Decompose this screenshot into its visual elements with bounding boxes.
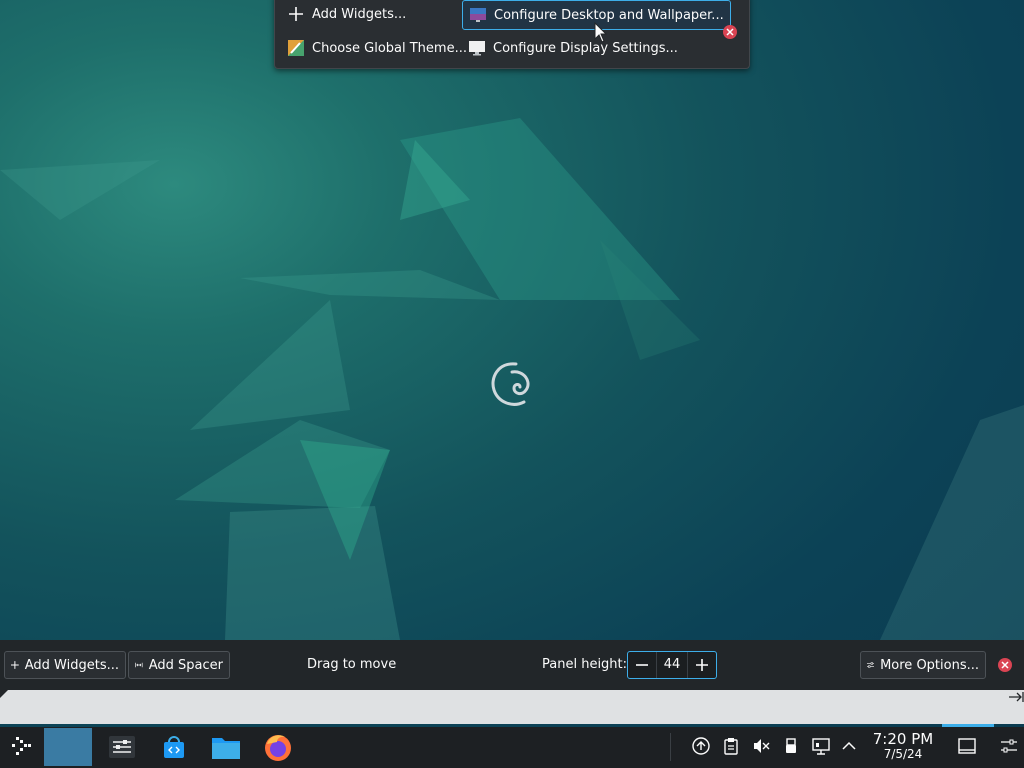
clipboard-icon[interactable] xyxy=(722,737,740,755)
panel-edit-toolbar: Add Widgets... Add Spacer Drag to move P… xyxy=(0,640,1024,690)
choose-global-theme-button[interactable]: Choose Global Theme... xyxy=(281,34,473,62)
plus-icon xyxy=(11,661,19,669)
mouse-cursor-icon xyxy=(594,22,608,43)
wallpaper-icon xyxy=(470,8,486,22)
plus-icon xyxy=(289,7,303,21)
pager-desktop-1[interactable] xyxy=(44,728,92,766)
task-dolphin[interactable] xyxy=(204,728,248,766)
add-widgets-label: Add Widgets... xyxy=(312,6,407,22)
system-settings-icon xyxy=(109,736,135,758)
more-options-button[interactable]: More Options... xyxy=(860,651,986,679)
discover-bag-icon xyxy=(164,736,184,758)
theme-icon xyxy=(288,40,304,56)
panel-settings-icon[interactable] xyxy=(1000,737,1018,755)
clock-time: 7:20 PM xyxy=(872,730,934,748)
sliders-icon xyxy=(867,662,875,668)
application-launcher-button[interactable] xyxy=(4,728,40,766)
taskbar: 7:20 PM 7/5/24 xyxy=(0,727,1024,768)
minus-icon xyxy=(636,664,648,666)
task-firefox[interactable] xyxy=(256,728,300,766)
task-system-settings[interactable] xyxy=(100,728,144,766)
tray-separator xyxy=(670,733,671,761)
debian-logo xyxy=(491,362,530,406)
usb-device-icon[interactable] xyxy=(782,737,800,755)
close-icon[interactable] xyxy=(723,25,737,39)
add-spacer-button[interactable]: Add Spacer xyxy=(128,651,230,679)
add-widgets-button[interactable]: Add Widgets... xyxy=(281,0,412,28)
update-notifier-icon[interactable] xyxy=(692,737,710,755)
panel-height-spinbox[interactable]: 44 xyxy=(627,651,717,679)
panel-add-widgets-button[interactable]: Add Widgets... xyxy=(4,651,126,679)
panel-ruler[interactable] xyxy=(0,690,1024,724)
configure-display-label: Configure Display Settings... xyxy=(493,40,678,56)
folder-icon xyxy=(212,738,240,759)
choose-theme-label: Choose Global Theme... xyxy=(312,40,467,56)
plus-icon xyxy=(696,659,708,671)
ruler-right-arrow-icon[interactable] xyxy=(1008,690,1024,704)
close-panel-edit-icon[interactable] xyxy=(998,658,1012,672)
digital-clock[interactable]: 7:20 PM 7/5/24 xyxy=(866,731,940,761)
add-spacer-label: Add Spacer xyxy=(148,657,223,673)
volume-muted-icon[interactable] xyxy=(752,737,770,755)
decrease-height-button[interactable] xyxy=(628,652,656,678)
clock-date: 7/5/24 xyxy=(883,747,923,761)
configure-display-button[interactable]: Configure Display Settings... xyxy=(462,34,684,62)
monitor-icon xyxy=(469,41,485,56)
increase-height-button[interactable] xyxy=(688,652,716,678)
panel-height-label: Panel height: xyxy=(542,657,628,672)
panel-height-value[interactable]: 44 xyxy=(656,652,688,678)
configure-desktop-label: Configure Desktop and Wallpaper... xyxy=(494,7,724,23)
chevron-up-icon[interactable] xyxy=(840,737,858,755)
desktop-edit-toolbar: Add Widgets... Configure Desktop and Wal… xyxy=(274,0,750,69)
spacer-icon xyxy=(135,662,143,668)
task-discover[interactable] xyxy=(152,728,196,766)
firefox-icon xyxy=(265,735,291,761)
more-options-label: More Options... xyxy=(880,657,979,673)
network-wired-icon[interactable] xyxy=(812,737,830,755)
launcher-icon xyxy=(12,737,31,755)
drag-to-move-label[interactable]: Drag to move xyxy=(307,657,396,672)
panel-add-widgets-label: Add Widgets... xyxy=(24,657,119,673)
ruler-left-handle-icon[interactable] xyxy=(0,690,8,698)
show-desktop-icon[interactable] xyxy=(958,737,976,755)
